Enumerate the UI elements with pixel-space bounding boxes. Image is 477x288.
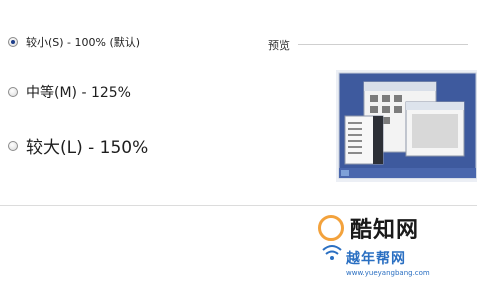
option-medium[interactable]: 中等(M) - 125%: [8, 82, 131, 102]
option-medium-label: 中等(M) - 125%: [26, 85, 131, 101]
watermark-logo-icon: [318, 215, 344, 241]
option-smaller-label: 较小(S) - 100% (默认): [26, 36, 141, 49]
radio-larger[interactable]: [8, 140, 18, 151]
display-settings-panel: 较小(S) - 100% (默认) 中等(M) - 125% 较大(L) - 1…: [0, 0, 477, 288]
option-smaller[interactable]: 较小(S) - 100% (默认): [8, 34, 140, 50]
preview-thumbnail: [336, 70, 477, 182]
section-divider: [0, 205, 477, 206]
preview-label: 预览: [268, 39, 290, 52]
wifi-icon: [322, 245, 342, 260]
watermark-url: www.yueyangbang.com: [346, 269, 430, 277]
watermark-brand: 酷知网: [350, 218, 420, 243]
option-larger-label: 较大(L) - 150%: [26, 138, 149, 158]
option-larger[interactable]: 较大(L) - 150%: [8, 133, 148, 158]
watermark-site: 越年帮网: [346, 251, 406, 267]
radio-smaller[interactable]: [8, 37, 18, 47]
watermark-bottom: 越年帮网 www.yueyangbang.com: [346, 248, 430, 277]
radio-medium[interactable]: [8, 87, 18, 97]
preview-divider: [298, 44, 468, 45]
